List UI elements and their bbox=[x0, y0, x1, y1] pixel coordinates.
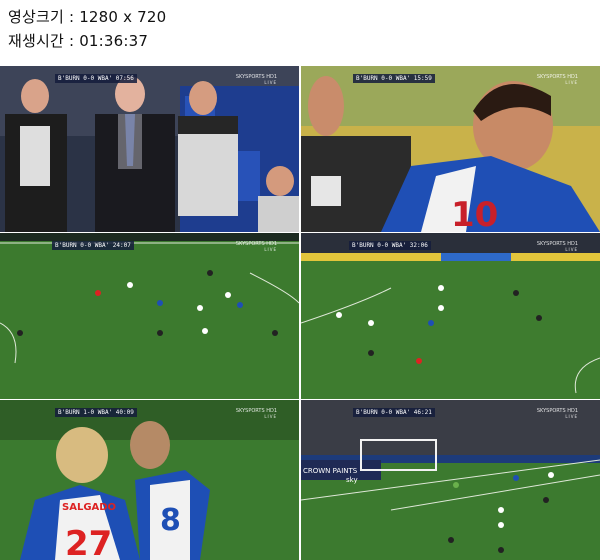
goal-area-scene: CROWN PAINTS sky bbox=[301, 400, 600, 560]
players-backs-scene: SALGADO 27 8 bbox=[0, 400, 299, 560]
bench-scene bbox=[0, 66, 299, 232]
thumbnail-3[interactable]: B'BURN 0-0 WBA' 24:07 SKYSPORTS HD1 LIVE bbox=[0, 233, 299, 399]
thumbnail-1[interactable]: B'BURN 0-0 WBA' 07:56 SKYSPORTS HD1 LIVE bbox=[0, 66, 299, 232]
channel-logo: SKYSPORTS HD1 LIVE bbox=[235, 241, 277, 252]
channel-logo: SKYSPORTS HD1 LIVE bbox=[536, 241, 578, 252]
score-overlay: B'BURN 0-0 WBA' 15:59 bbox=[353, 74, 435, 83]
score-overlay: B'BURN 0-0 WBA' 46:21 bbox=[353, 408, 435, 417]
thumbnail-2[interactable]: 10 B'BURN 0-0 WBA' 15:59 SKYSPORTS HD1 LI… bbox=[301, 66, 600, 232]
score-overlay: B'BURN 0-0 WBA' 07:56 bbox=[55, 74, 137, 83]
thumbnail-6[interactable]: CROWN PAINTS sky B'BURN 0-0 WBA' 46:21 S… bbox=[301, 400, 600, 560]
thumbnail-4[interactable]: B'BURN 0-0 WBA' 32:06 SKYSPORTS HD1 LIVE bbox=[301, 233, 600, 399]
pitch-stands-scene bbox=[301, 233, 600, 399]
resolution-info: 영상크기 : 1280 x 720 bbox=[8, 8, 167, 26]
score-overlay: B'BURN 0-0 WBA' 24:07 bbox=[52, 241, 134, 250]
board-crown-paints: CROWN PAINTS bbox=[303, 467, 358, 475]
duration-info: 재생시간 : 01:36:37 bbox=[8, 32, 149, 50]
channel-logo: SKYSPORTS HD1 LIVE bbox=[235, 74, 277, 85]
score-overlay: B'BURN 0-0 WBA' 32:06 bbox=[349, 241, 431, 250]
board-sky: sky bbox=[346, 476, 358, 484]
jersey-name-left: SALGADO bbox=[62, 502, 116, 513]
channel-logo: SKYSPORTS HD1 LIVE bbox=[536, 408, 578, 419]
pitch-scene bbox=[0, 233, 299, 399]
player-closeup: 10 bbox=[301, 66, 600, 232]
thumbnail-5[interactable]: SALGADO 27 8 B'BURN 1-0 WBA' 40:09 SKYSP… bbox=[0, 400, 299, 560]
score-overlay: B'BURN 1-0 WBA' 40:09 bbox=[55, 408, 137, 417]
channel-logo: SKYSPORTS HD1 LIVE bbox=[235, 408, 277, 419]
jersey-number-left: 27 bbox=[65, 524, 112, 560]
channel-logo: SKYSPORTS HD1 LIVE bbox=[536, 74, 578, 85]
jersey-number-right: 8 bbox=[160, 503, 181, 538]
thumbnail-grid: B'BURN 0-0 WBA' 07:56 SKYSPORTS HD1 LIVE … bbox=[0, 66, 600, 560]
closeup-jersey-number: 10 bbox=[451, 195, 498, 232]
